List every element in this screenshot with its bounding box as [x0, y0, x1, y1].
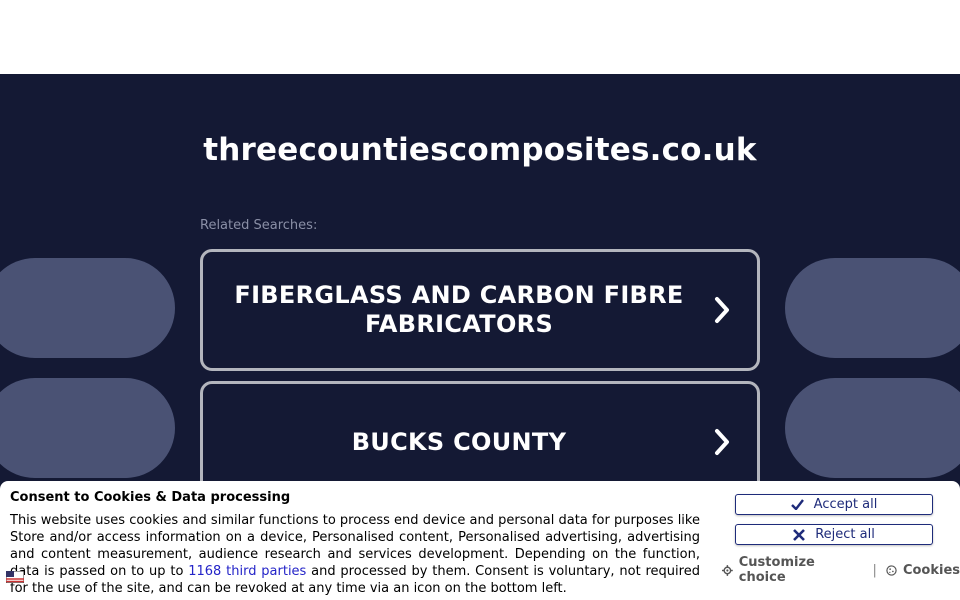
customize-choice-link[interactable]: Customize choice: [722, 555, 864, 585]
accept-all-button[interactable]: Accept all: [735, 494, 933, 515]
check-icon: [790, 499, 804, 510]
gear-icon: [722, 564, 733, 576]
separator: |: [872, 562, 877, 578]
customize-choice-label: Customize choice: [738, 555, 815, 585]
domain-title: threecountiescomposites.co.uk: [203, 132, 757, 168]
related-searches-label: Related Searches:: [200, 218, 318, 233]
x-icon: [793, 528, 806, 541]
flag-icon[interactable]: [6, 571, 24, 583]
decorative-pill: [785, 258, 960, 358]
chevron-right-icon: [687, 427, 757, 457]
decorative-pill: [0, 378, 175, 478]
reject-all-button[interactable]: Reject all: [735, 524, 933, 545]
related-search-label: FIBERGLASS AND CARBON FIBRE FABRICATORS: [234, 281, 684, 338]
consent-description: This website uses cookies and similar fu…: [10, 512, 700, 597]
consent-title: Consent to Cookies & Data processing: [10, 490, 291, 505]
top-blank-area: [0, 0, 960, 74]
decorative-pill: [785, 378, 960, 478]
decorative-pill: [0, 258, 175, 358]
chevron-right-icon: [687, 295, 757, 325]
cookies-link[interactable]: Cookies: [886, 563, 960, 578]
related-search-label: BUCKS COUNTY: [351, 427, 567, 456]
reject-all-label: Reject all: [815, 527, 875, 542]
related-search-link[interactable]: FIBERGLASS AND CARBON FIBRE FABRICATORS: [200, 249, 760, 371]
accept-all-label: Accept all: [813, 497, 878, 512]
cookie-consent-banner: Consent to Cookies & Data processing Thi…: [0, 481, 960, 600]
cookie-icon: [886, 564, 897, 576]
consent-secondary-links: Customize choice | Cookies: [722, 555, 960, 585]
third-parties-link[interactable]: 1168 third parties: [188, 564, 306, 579]
cookies-label: Cookies: [902, 562, 960, 578]
